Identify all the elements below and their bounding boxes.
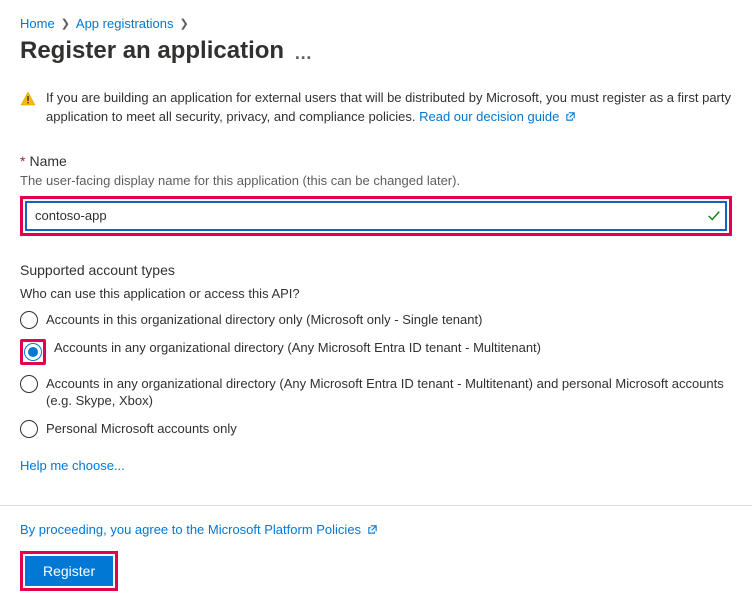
page-title-text: Register an application [20, 37, 284, 65]
name-input[interactable] [25, 201, 727, 231]
chevron-right-icon: ❯ [61, 17, 70, 30]
account-types-title: Supported account types [20, 262, 732, 278]
breadcrumb-app-registrations[interactable]: App registrations [76, 16, 174, 31]
decision-guide-link[interactable]: Read our decision guide [419, 109, 576, 124]
radio-icon[interactable] [20, 420, 38, 438]
decision-guide-link-text: Read our decision guide [419, 109, 559, 124]
radio-option-single-tenant[interactable]: Accounts in this organizational director… [20, 311, 732, 329]
warning-text: If you are building an application for e… [46, 90, 731, 124]
radio-option-personal-only[interactable]: Personal Microsoft accounts only [20, 420, 732, 438]
radio-label: Accounts in any organizational directory… [54, 339, 541, 357]
register-button[interactable]: Register [25, 556, 113, 586]
more-actions-icon[interactable]: … [294, 43, 313, 64]
external-link-icon [367, 524, 378, 535]
account-types-radio-group: Accounts in this organizational director… [20, 311, 732, 438]
radio-icon[interactable] [20, 375, 38, 393]
checkmark-icon [707, 209, 721, 223]
radio-option-multitenant-personal[interactable]: Accounts in any organizational directory… [20, 375, 732, 410]
breadcrumb-home[interactable]: Home [20, 16, 55, 31]
name-description: The user-facing display name for this ap… [20, 173, 732, 188]
warning-banner: If you are building an application for e… [20, 89, 732, 127]
radio-option-multitenant[interactable]: Accounts in any organizational directory… [20, 339, 732, 365]
radio-icon[interactable] [20, 311, 38, 329]
radio-label: Accounts in this organizational director… [46, 311, 482, 329]
breadcrumb: Home ❯ App registrations ❯ [20, 16, 732, 31]
name-label: *Name [20, 153, 732, 169]
radio-label: Accounts in any organizational directory… [46, 375, 732, 410]
help-me-choose-link[interactable]: Help me choose... [20, 458, 125, 473]
platform-policies-link[interactable]: By proceeding, you agree to the Microsof… [20, 522, 378, 537]
platform-policies-text: By proceeding, you agree to the Microsof… [20, 522, 361, 537]
warning-icon [20, 91, 36, 107]
required-indicator: * [20, 153, 25, 169]
divider [0, 505, 752, 506]
page-title: Register an application … [20, 37, 732, 65]
radio-label: Personal Microsoft accounts only [46, 420, 237, 438]
external-link-icon [565, 111, 576, 122]
chevron-right-icon: ❯ [179, 17, 188, 30]
account-types-question: Who can use this application or access t… [20, 286, 732, 301]
radio-icon[interactable] [24, 343, 42, 361]
